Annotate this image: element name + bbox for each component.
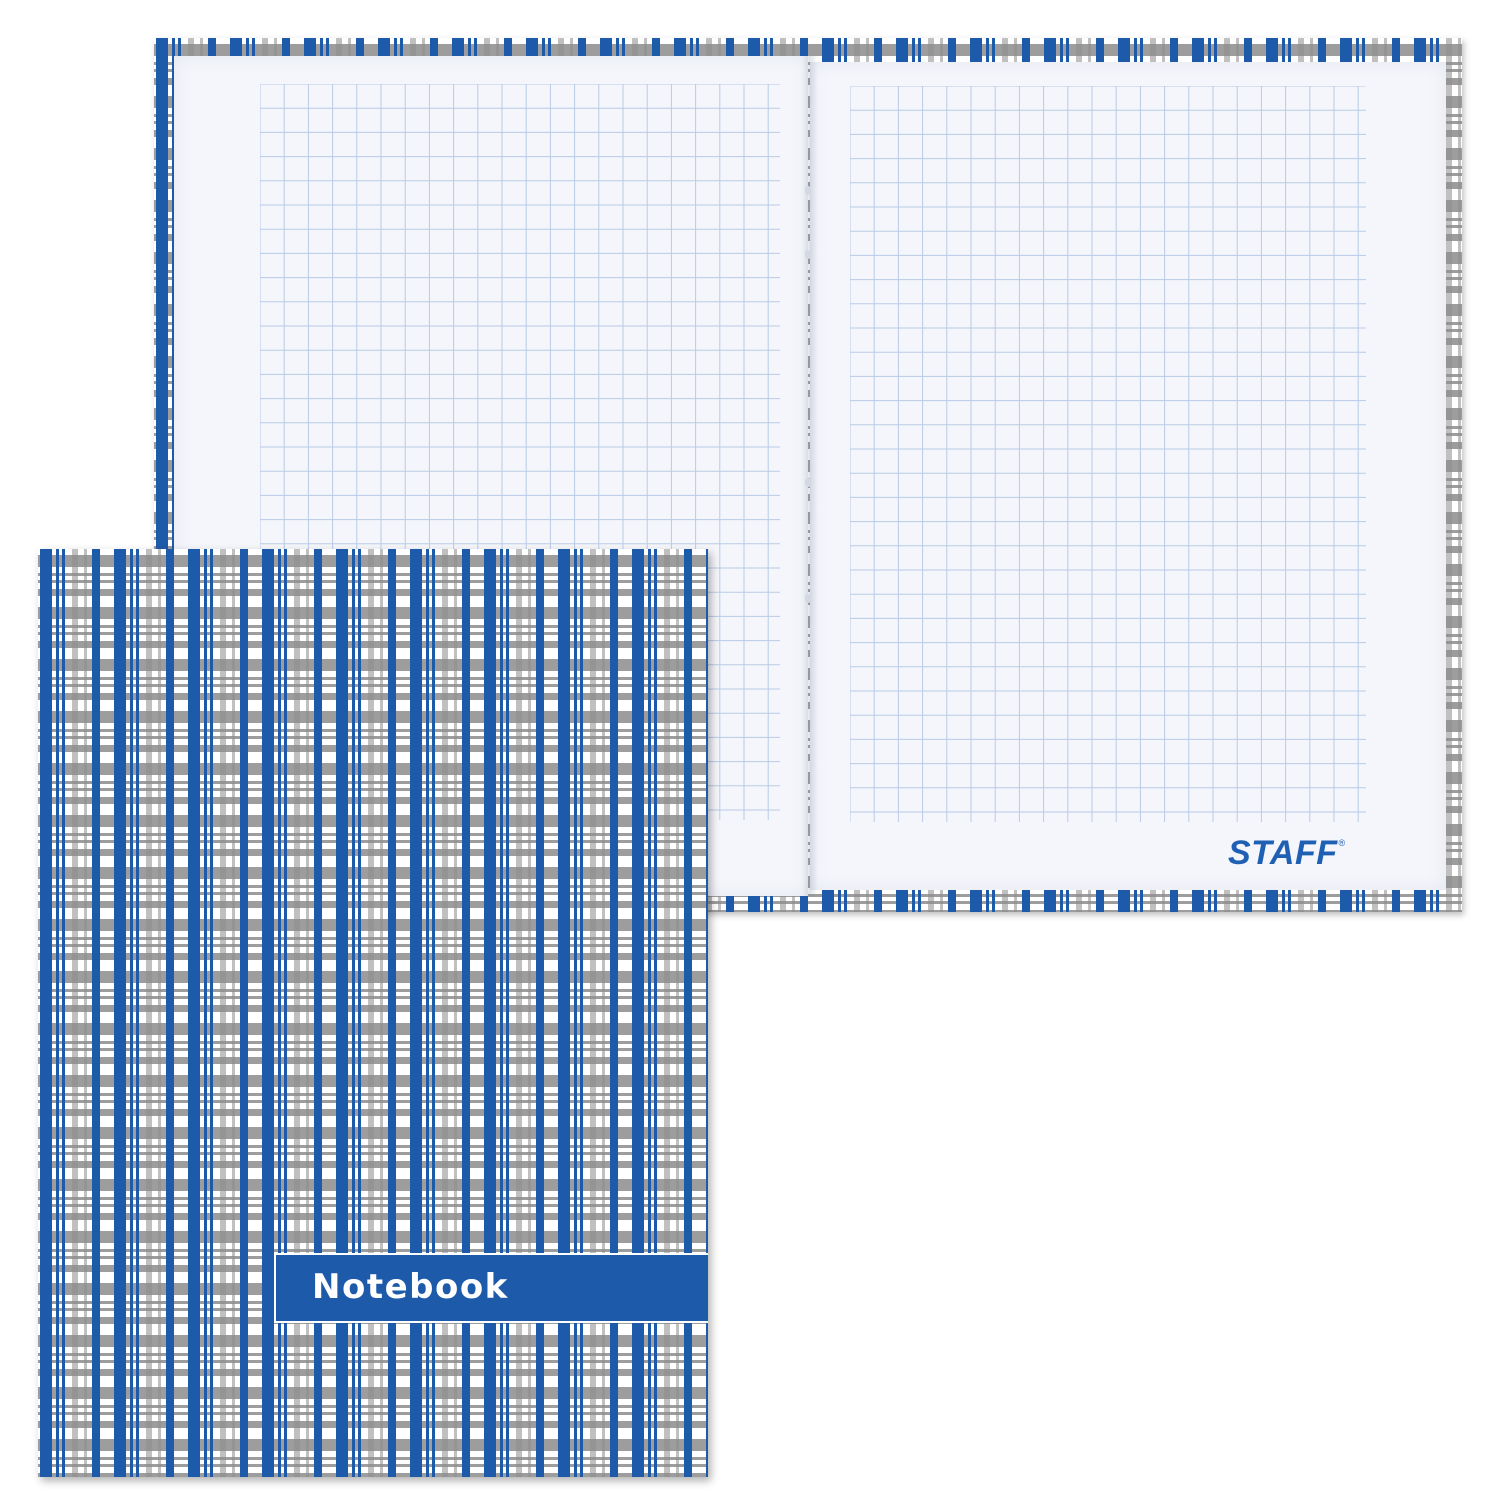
- staple-hole: [805, 594, 811, 603]
- cover-title: Notebook: [312, 1267, 509, 1307]
- brand-name: STAFF: [1228, 834, 1338, 872]
- right-page-grid: [850, 86, 1366, 822]
- registered-mark: ®: [1338, 838, 1346, 848]
- staple-hole: [805, 250, 811, 259]
- front-cover: Notebook: [38, 549, 708, 1477]
- right-page: [810, 62, 1446, 890]
- cover-title-label: Notebook: [274, 1253, 708, 1323]
- brand-logo: STAFF®: [1228, 834, 1346, 873]
- front-cover-plaid: [38, 549, 708, 1477]
- binding-gutter: [802, 56, 818, 896]
- staple-hole: [805, 478, 811, 487]
- staple-hole: [805, 186, 811, 195]
